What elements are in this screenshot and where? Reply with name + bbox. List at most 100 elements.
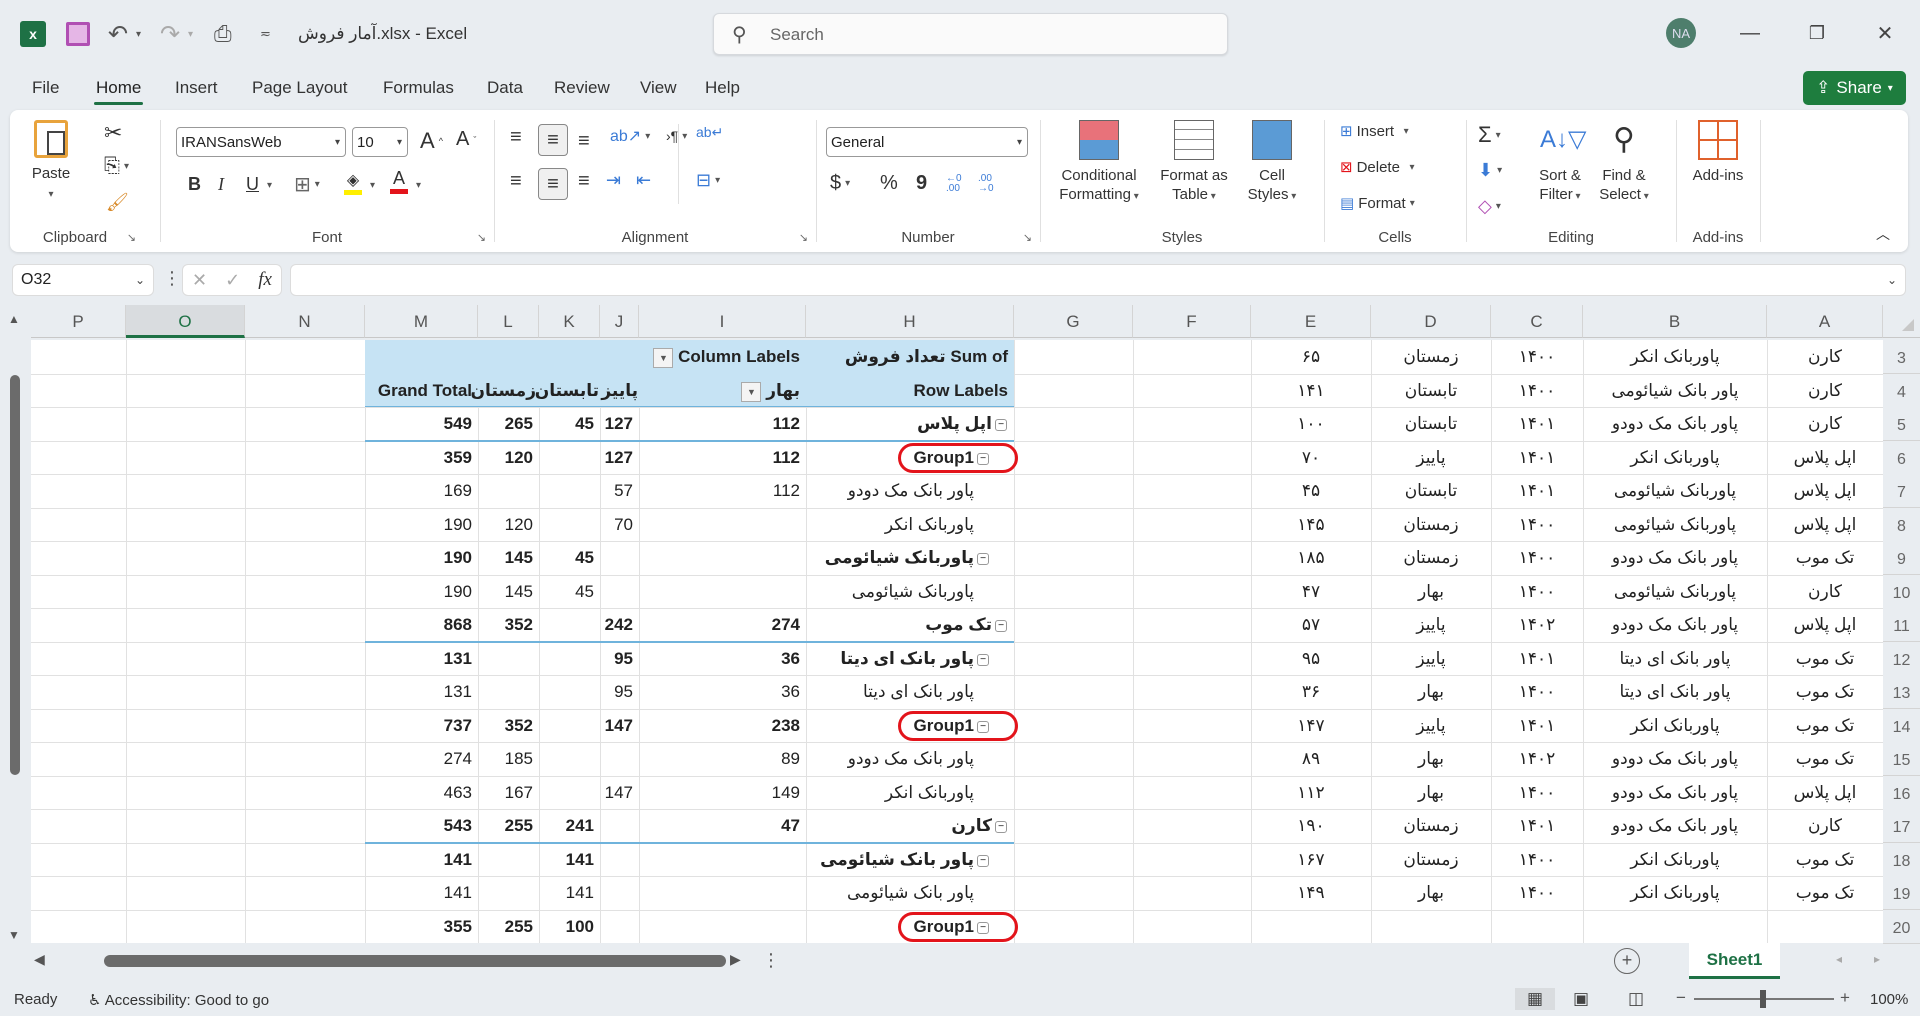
cell-c16[interactable]: ۱۴۰۰ [1491,776,1583,809]
alignment-launcher-icon[interactable]: ↘ [799,231,808,244]
cell-c11[interactable]: ۱۴۰۲ [1491,608,1583,641]
sheet-tab-sheet1[interactable]: Sheet1 [1689,943,1780,979]
cell-b4[interactable]: پاور بانک شیائومی [1583,374,1767,407]
pivot-value[interactable]: 141 [365,876,478,909]
cell-d10[interactable]: بهار [1371,575,1491,608]
pivot-value[interactable]: 141 [530,843,600,876]
zoom-out-icon[interactable]: − [1676,988,1686,1008]
pivot-value[interactable]: 120 [478,441,539,474]
pivot-value[interactable]: 265 [478,407,539,440]
user-avatar[interactable]: NA [1666,18,1696,48]
text-direction-button[interactable]: ›¶ ▾ [666,128,687,144]
pivot-value[interactable] [600,742,639,775]
pivot-value[interactable]: 190 [365,575,478,608]
cell-e6[interactable]: ۷۰ [1251,441,1371,474]
pivot-value[interactable] [478,474,539,507]
save-icon[interactable] [66,22,90,46]
column-header-l[interactable]: L [478,305,539,338]
pivot-value[interactable] [600,575,639,608]
pivot-value[interactable]: 185 [478,742,539,775]
share-button[interactable]: ⇪ Share ▾ [1803,71,1906,105]
row-header-12[interactable]: 12 [1883,642,1920,676]
pivot-value[interactable] [530,441,600,474]
pivot-value[interactable] [639,541,806,574]
scroll-right-icon[interactable]: ▶ [730,951,741,968]
cell-d4[interactable]: تابستان [1371,374,1491,407]
pivot-value[interactable]: 141 [365,843,478,876]
cell-e7[interactable]: ۴۵ [1251,474,1371,507]
restore-icon[interactable]: ❐ [1802,18,1832,48]
cell-d9[interactable]: زمستان [1371,541,1491,574]
pivot-value[interactable] [478,876,539,909]
pivot-value[interactable]: 274 [639,608,806,641]
pivot-value[interactable]: 255 [478,809,539,842]
cell-d6[interactable]: پاییز [1371,441,1491,474]
normal-view-icon[interactable]: ▦ [1515,988,1555,1010]
pivot-row-label[interactable]: −پاوربانک شیائومی [806,541,1014,574]
pivot-value[interactable]: 355 [365,910,478,943]
cell-b13[interactable]: پاور بانک ای دیتا [1583,675,1767,708]
scroll-up-icon[interactable]: ▲ [8,312,20,326]
pivot-value[interactable]: 167 [478,776,539,809]
comma-style-button[interactable]: 9 [916,172,927,195]
pivot-value[interactable]: 549 [365,407,478,440]
pivot-value[interactable]: 241 [530,809,600,842]
pivot-value[interactable] [478,642,539,675]
expand-formula-bar-icon[interactable]: ⌄ [1887,273,1897,287]
pivot-value[interactable] [639,843,806,876]
cell-e3[interactable]: ۶۵ [1251,340,1371,373]
pivot-value[interactable] [639,876,806,909]
zoom-slider-thumb[interactable] [1760,990,1766,1008]
redo-icon[interactable]: ↷ [160,20,180,48]
collapse-icon[interactable]: − [977,552,989,565]
cell-b11[interactable]: پاور بانک مک دودو [1583,608,1767,641]
top-align-icon[interactable]: ≡ [510,126,522,149]
cell-c8[interactable]: ۱۴۰۰ [1491,508,1583,541]
column-header-i[interactable]: I [639,305,806,338]
cell-c17[interactable]: ۱۴۰۱ [1491,809,1583,842]
cell-c12[interactable]: ۱۴۰۱ [1491,642,1583,675]
cell-c15[interactable]: ۱۴۰۲ [1491,742,1583,775]
pivot-value[interactable] [530,642,600,675]
pivot-value[interactable]: 95 [600,642,639,675]
pivot-value[interactable] [530,709,600,742]
tab-insert[interactable]: Insert [173,78,220,98]
zoom-level[interactable]: 100% [1870,991,1908,1008]
pivot-row-label[interactable]: پاور بانک مک دودو [806,742,1014,775]
pivot-value[interactable]: 145 [478,541,539,574]
cell-d11[interactable]: پاییز [1371,608,1491,641]
cell-d8[interactable]: زمستان [1371,508,1491,541]
cancel-icon[interactable]: ✕ [192,270,207,291]
italic-button[interactable]: I [218,174,224,195]
pivot-value[interactable]: 190 [365,541,478,574]
pivot-value[interactable] [530,608,600,641]
cell-e12[interactable]: ۹۵ [1251,642,1371,675]
pivot-value[interactable] [478,675,539,708]
select-all-corner[interactable] [1883,305,1920,338]
pivot-value[interactable]: 45 [530,407,600,440]
enter-icon[interactable]: ✓ [225,270,240,291]
font-launcher-icon[interactable]: ↘ [477,231,486,244]
pivot-value[interactable]: 47 [639,809,806,842]
pivot-value[interactable]: 112 [639,474,806,507]
pivot-value[interactable]: 120 [478,508,539,541]
row-header-3[interactable]: 3 [1883,340,1920,374]
pivot-value[interactable]: 127 [600,407,639,440]
number-format-select[interactable]: General ▾ [826,127,1028,157]
row-header-4[interactable]: 4 [1883,374,1920,408]
pivot-row-label[interactable]: پاور بانک ای دیتا [806,675,1014,708]
scroll-down-icon[interactable]: ▼ [8,928,20,942]
column-header-o[interactable]: O [126,305,245,338]
collapse-ribbon-icon[interactable]: ︿ [1876,224,1890,244]
font-color-dropdown[interactable]: ▾ [416,180,421,191]
percent-button[interactable]: % [880,172,898,195]
cell-a10[interactable]: کارن [1767,575,1883,608]
cell-b14[interactable]: پاوربانک انکر [1583,709,1767,742]
column-header-j[interactable]: J [600,305,639,338]
middle-align-icon[interactable]: ≡ [538,124,568,156]
pivot-value[interactable]: 70 [600,508,639,541]
increase-decimal-button[interactable]: ←0 .00 [946,174,968,194]
pivot-value[interactable]: 274 [365,742,478,775]
pivot-value[interactable]: 169 [365,474,478,507]
horizontal-scrollbar[interactable]: ◀ ▶ [28,947,748,975]
